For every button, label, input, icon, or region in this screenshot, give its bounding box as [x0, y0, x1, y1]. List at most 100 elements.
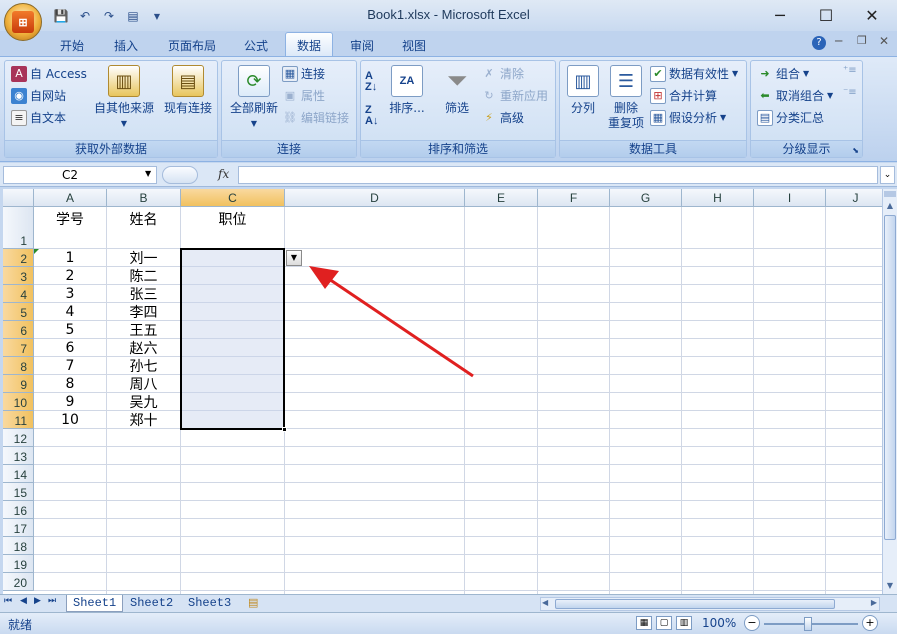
h-scroll-left-arrow[interactable]: ◀: [542, 598, 548, 607]
group-label-get-external: 获取外部数据: [5, 140, 217, 157]
insert-function-button[interactable]: fx: [218, 167, 229, 181]
name-box-dropdown-icon[interactable]: ▼: [145, 169, 151, 178]
maximize-button[interactable]: ☐: [806, 0, 846, 31]
clear-filter-button[interactable]: ✗ 清除: [481, 65, 524, 82]
scroll-down-arrow[interactable]: ▼: [883, 579, 897, 593]
group-label-outline: 分级显示: [751, 140, 862, 157]
refresh-all-button[interactable]: ⟳ 全部刷新 ▼: [226, 65, 282, 131]
edit-links-button[interactable]: ⛓ 编辑链接: [282, 109, 349, 126]
show-detail-icon[interactable]: ⁺≡: [843, 65, 857, 76]
zoom-slider-thumb[interactable]: [804, 617, 812, 631]
h-scroll-right-arrow[interactable]: ▶: [871, 598, 877, 607]
subtotal-icon: ▤: [757, 109, 773, 126]
data-validation-icon: ✔: [650, 65, 666, 82]
group-sort-filter: A Z↓ Z A↓ ZA 排序... ⏷ 筛选 ✗ 清除 ↻ 重新应用 ⚡ 高级 排序和筛…: [360, 60, 556, 158]
dropdown-arrow-icon: ▼: [803, 69, 810, 78]
properties-button[interactable]: ▣ 属性: [282, 87, 325, 104]
group-label-data-tools: 数据工具: [560, 140, 746, 157]
remove-duplicates-icon: ☰: [610, 65, 642, 97]
dropdown-arrow-icon: ▼: [250, 119, 258, 128]
sort-descending-icon[interactable]: Z A↓: [365, 105, 378, 127]
remove-duplicates-button[interactable]: ☰ 删除 重复项: [604, 65, 648, 131]
connections-button[interactable]: ▦ 连接: [282, 65, 325, 82]
last-sheet-nav-icon[interactable]: ⏭: [48, 596, 56, 606]
tab-review[interactable]: 审阅: [340, 33, 384, 56]
text-to-columns-button[interactable]: ▥ 分列: [564, 65, 602, 116]
ungroup-button[interactable]: ⬅ 取消组合 ▼: [757, 87, 833, 104]
tab-formulas[interactable]: 公式: [234, 33, 278, 56]
horizontal-scrollbar[interactable]: ◀ ▶: [540, 597, 880, 611]
zoom-out-icon[interactable]: −: [744, 615, 760, 631]
sort-ascending-icon[interactable]: A Z↓: [365, 71, 377, 93]
from-other-sources-button[interactable]: ▥ 自其他来源 ▼: [93, 65, 155, 131]
reapply-icon: ↻: [484, 89, 494, 102]
tab-home[interactable]: 开始: [50, 33, 94, 56]
group-button[interactable]: ➜ 组合 ▼: [757, 65, 809, 82]
arrow-head: [309, 266, 339, 289]
clear-filter-icon: ✗: [484, 67, 494, 80]
text-file-icon: ≡: [11, 109, 27, 126]
h-scroll-thumb[interactable]: [555, 599, 835, 609]
tab-view[interactable]: 视图: [392, 33, 436, 56]
existing-connections-button[interactable]: ▤ 现有连接: [160, 65, 216, 116]
expand-formula-bar-icon[interactable]: ⌄: [880, 166, 895, 184]
existing-connections-icon: ▤: [172, 65, 204, 97]
sheet-tab-bar: ⏮ ◀ ▶ ⏭ Sheet1 Sheet2 Sheet3 ▤ ◀ ▶: [0, 594, 897, 612]
what-if-icon: ▦: [650, 109, 666, 126]
tab-insert[interactable]: 插入: [104, 33, 148, 56]
zoom-in-icon[interactable]: +: [862, 615, 878, 631]
normal-view-icon[interactable]: ▦: [636, 616, 652, 630]
sheet-tab-sheet2[interactable]: Sheet2: [124, 595, 179, 612]
help-icon[interactable]: ?: [812, 36, 826, 50]
zoom-slider[interactable]: [764, 617, 858, 631]
consolidate-icon: ⊞: [650, 87, 666, 104]
formula-input[interactable]: [238, 166, 878, 184]
scroll-thumb[interactable]: [884, 215, 896, 540]
office-button[interactable]: ⊞: [4, 3, 42, 41]
status-bar: 就绪 ▦ ▢ ▥ 100% − +: [0, 612, 897, 634]
subtotal-button[interactable]: ▤ 分类汇总: [757, 109, 824, 126]
hide-detail-icon[interactable]: ⁻≡: [843, 87, 857, 98]
dialog-launcher-icon[interactable]: ⬊: [852, 146, 859, 155]
from-web-button[interactable]: ◉ 自网站: [11, 87, 66, 104]
name-box[interactable]: C2: [3, 166, 157, 184]
dropdown-arrow-icon: ▼: [732, 69, 739, 78]
page-layout-view-icon[interactable]: ▢: [656, 616, 672, 630]
consolidate-button[interactable]: ⊞ 合并计算: [650, 87, 717, 104]
page-break-view-icon[interactable]: ▥: [676, 616, 692, 630]
sheet-tab-sheet3[interactable]: Sheet3: [182, 595, 237, 612]
advanced-filter-button[interactable]: ⚡ 高级: [481, 109, 524, 126]
workbook-close-icon[interactable]: ✕: [879, 34, 889, 48]
web-icon: ◉: [11, 87, 27, 104]
from-access-button[interactable]: A自 Access: [11, 65, 87, 82]
dropdown-arrow-icon: ▼: [827, 91, 834, 100]
from-text-button[interactable]: ≡ 自文本: [11, 109, 66, 126]
first-sheet-nav-icon[interactable]: ⏮: [4, 596, 12, 606]
reapply-button[interactable]: ↻ 重新应用: [481, 87, 548, 104]
office-logo-icon: ⊞: [12, 11, 34, 33]
minimize-button[interactable]: ─: [760, 0, 800, 31]
sort-button[interactable]: ZA 排序...: [387, 65, 427, 116]
filter-button[interactable]: ⏷ 筛选: [439, 65, 475, 116]
formula-cancel-icon[interactable]: [162, 166, 198, 184]
scroll-up-arrow[interactable]: ▲: [883, 199, 897, 213]
next-sheet-nav-icon[interactable]: ▶: [34, 596, 41, 606]
ribbon-restore-icon[interactable]: ❐: [857, 34, 867, 47]
tab-page-layout[interactable]: 页面布局: [160, 33, 224, 56]
group-connections: ⟳ 全部刷新 ▼ ▦ 连接 ▣ 属性 ⛓ 编辑链接 连接: [221, 60, 357, 158]
data-validation-button[interactable]: ✔ 数据有效性 ▼: [650, 65, 738, 82]
annotation-arrow: [309, 266, 474, 378]
group-data-tools: ▥ 分列 ☰ 删除 重复项 ✔ 数据有效性 ▼ ⊞ 合并计算 ▦ 假设分析 ▼ 数据工具: [559, 60, 747, 158]
what-if-analysis-button[interactable]: ▦ 假设分析 ▼: [650, 109, 726, 126]
split-box[interactable]: [884, 191, 896, 197]
connections-icon: ▦: [282, 65, 298, 82]
prev-sheet-nav-icon[interactable]: ◀: [20, 596, 27, 606]
vertical-scrollbar[interactable]: ▲ ▼: [882, 189, 897, 594]
sheet-tab-sheet1[interactable]: Sheet1: [66, 595, 124, 612]
ribbon-minimize-icon[interactable]: ─: [835, 34, 842, 48]
zoom-level[interactable]: 100%: [702, 616, 736, 630]
close-button[interactable]: ✕: [852, 0, 892, 31]
worksheet-grid[interactable]: A B C D E F G H I J 1 2 3 4 5 6 7 8 9 10…: [3, 189, 882, 594]
insert-sheet-icon[interactable]: ▤: [248, 596, 258, 609]
tab-data[interactable]: 数据: [285, 32, 333, 57]
